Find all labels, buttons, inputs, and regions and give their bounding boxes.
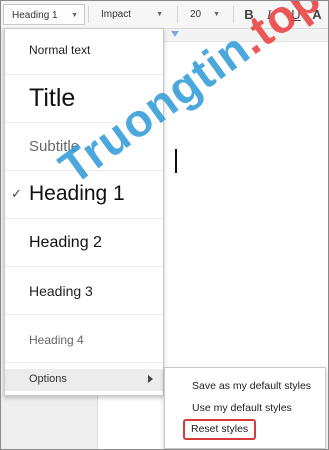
paragraph-style-dropdown[interactable]: Heading 1 ▼ <box>3 4 85 25</box>
italic-button[interactable]: I <box>261 5 277 24</box>
text-cursor <box>175 149 177 173</box>
bold-button[interactable]: B <box>241 5 257 24</box>
menu-item-label: Heading 2 <box>29 234 102 251</box>
indent-marker-icon[interactable] <box>171 31 179 37</box>
toolbar-divider <box>177 6 178 23</box>
menu-item-label: Options <box>29 373 67 385</box>
checkmark-icon: ✓ <box>11 186 22 201</box>
paragraph-style-value: Heading 1 <box>12 10 58 21</box>
chevron-right-icon <box>148 375 153 383</box>
menu-item-label: Heading 1 <box>29 182 125 205</box>
paragraph-style-menu: Normal text Title Subtitle ✓ Heading 1 H… <box>4 28 164 396</box>
app-window: Heading 1 ▼ Impact ▼ 20 ▼ B I U A Normal… <box>0 0 329 450</box>
underline-button[interactable]: U <box>288 5 304 24</box>
menu-item-label: Subtitle <box>29 138 80 155</box>
font-size-dropdown[interactable]: 20 ▼ <box>182 4 226 25</box>
caret-down-icon: ▼ <box>156 11 163 18</box>
menu-item-label: Normal text <box>29 43 91 57</box>
text-color-button[interactable]: A <box>309 5 325 24</box>
menu-item-label: Title <box>29 84 76 112</box>
options-submenu: Save as my default styles Use my default… <box>164 367 326 449</box>
menu-item-label: Heading 3 <box>29 283 93 299</box>
menu-item-title[interactable]: Title <box>5 75 163 123</box>
menu-item-options[interactable]: Options <box>5 369 163 391</box>
caret-down-icon: ▼ <box>213 11 220 18</box>
font-dropdown[interactable]: Impact ▼ <box>93 4 169 25</box>
toolbar-divider <box>233 6 234 23</box>
reset-styles-item[interactable]: Reset styles <box>183 419 257 440</box>
font-value: Impact <box>101 9 132 20</box>
font-size-value: 20 <box>190 9 202 20</box>
toolbar-divider <box>88 6 89 23</box>
menu-item-normal-text[interactable]: Normal text <box>5 29 163 75</box>
menu-item-heading-4[interactable]: Heading 4 <box>5 315 163 363</box>
caret-down-icon: ▼ <box>71 12 78 19</box>
menu-item-label: Heading 4 <box>29 333 84 347</box>
menu-item-heading-2[interactable]: Heading 2 <box>5 219 163 267</box>
menu-item-subtitle[interactable]: Subtitle <box>5 123 163 171</box>
use-default-styles-item[interactable]: Use my default styles <box>192 402 292 414</box>
save-default-styles-item[interactable]: Save as my default styles <box>192 380 311 392</box>
menu-item-heading-1[interactable]: ✓ Heading 1 <box>5 171 163 219</box>
formatting-toolbar: Heading 1 ▼ Impact ▼ 20 ▼ B I U A <box>1 1 328 29</box>
menu-item-heading-3[interactable]: Heading 3 <box>5 267 163 315</box>
ruler[interactable] <box>161 29 328 42</box>
